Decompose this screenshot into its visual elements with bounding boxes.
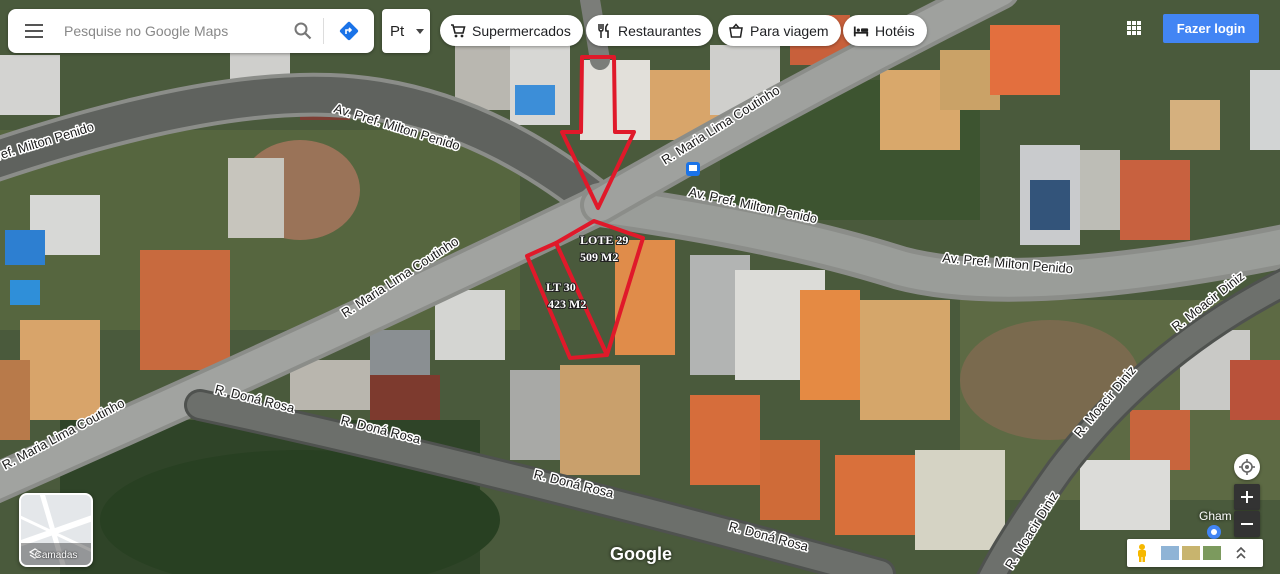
imagery-thumb-icon[interactable] [1161, 546, 1179, 560]
lot-29-name: LOTE 29 [580, 233, 628, 247]
lot-30-area: 423 M2 [548, 297, 586, 311]
apps-grid-icon[interactable] [1122, 16, 1146, 40]
zoom-in-button[interactable] [1234, 484, 1260, 510]
lot-29-area: 509 M2 [580, 250, 618, 264]
city-label: Gham [1199, 509, 1232, 523]
chip-supermercados[interactable]: Supermercados [440, 15, 583, 46]
fork-knife-icon [596, 22, 612, 39]
login-button[interactable]: Fazer login [1163, 14, 1259, 43]
my-location-button[interactable] [1234, 454, 1260, 480]
satellite-map[interactable]: Av. Pref. Milton Penido Av. Pref. Milton… [0, 0, 1280, 574]
location-pin-icon[interactable] [1206, 524, 1222, 540]
imagery-thumb-icon[interactable] [1203, 546, 1221, 560]
chip-restaurantes[interactable]: Restaurantes [586, 15, 714, 46]
minus-icon [1241, 523, 1253, 525]
bed-icon [853, 23, 869, 39]
crosshair-icon [1239, 459, 1255, 475]
chip-label: Para viagem [750, 22, 829, 39]
search-input[interactable] [60, 23, 283, 39]
search-icon[interactable] [283, 9, 323, 53]
google-logo: Google [610, 544, 672, 564]
expand-icon[interactable] [1229, 547, 1253, 559]
chip-hoteis[interactable]: Hotéis [843, 15, 927, 46]
cart-icon [450, 23, 466, 39]
zoom-out-button[interactable] [1234, 511, 1260, 537]
imagery-thumb-icon[interactable] [1182, 546, 1200, 560]
language-select[interactable]: Pt [382, 9, 430, 53]
takeout-bag-icon [728, 22, 744, 39]
directions-icon[interactable] [324, 9, 374, 53]
chip-label: Hotéis [875, 22, 915, 39]
pegman-icon[interactable] [1127, 543, 1157, 563]
lot-30-name: LT 30 [546, 280, 576, 294]
street-view-bar [1127, 539, 1263, 567]
chip-label: Restaurantes [618, 22, 702, 39]
bus-stop-icon[interactable] [686, 162, 700, 176]
menu-icon[interactable] [8, 9, 60, 53]
chip-para-viagem[interactable]: Para viagem [718, 15, 841, 46]
plus-icon [1241, 491, 1253, 503]
layers-button[interactable]: Camadas [19, 493, 93, 567]
chevron-down-icon [416, 28, 424, 34]
search-box [8, 9, 374, 53]
chip-label: Supermercados [472, 22, 571, 39]
language-select-value: Pt [390, 22, 405, 40]
layers-label: Camadas [34, 550, 78, 561]
